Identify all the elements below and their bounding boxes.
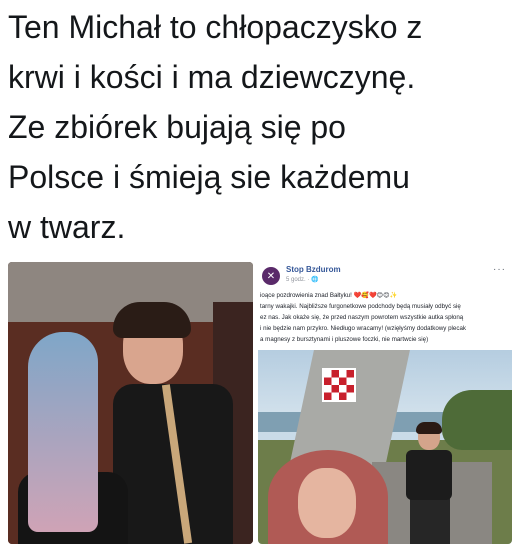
person-girl-blue-hair bbox=[18, 322, 128, 544]
tweet-line: Ze zbiórek bujają się po bbox=[8, 109, 346, 145]
tweet-line: Ten Michał to chłopaczysko z bbox=[8, 9, 423, 45]
post-text-line: i nie będzie nam przykro. Niedługo wraca… bbox=[260, 325, 466, 332]
post-text: ioące pozdrowienia znad Bałtyku! ❤️🥰❤️😊😊… bbox=[260, 290, 508, 345]
tweet-line: Polsce i śmieją sie każdemu bbox=[8, 159, 410, 195]
page-name[interactable]: Stop Bzdurom bbox=[286, 265, 341, 274]
tweet-line: krwi i kości i ma dziewczynę. bbox=[8, 59, 416, 95]
person-girl-pink-hair bbox=[268, 450, 388, 544]
person-boy bbox=[398, 422, 458, 544]
page-avatar[interactable]: ✕ bbox=[262, 267, 280, 285]
post-photo[interactable] bbox=[258, 350, 512, 544]
more-options-icon[interactable]: ··· bbox=[493, 264, 506, 275]
facebook-post-screenshot[interactable]: ✕ Stop Bzdurom 5 godz. · 🌐 ··· ioące poz… bbox=[258, 262, 512, 544]
post-text-line: a magnesy z bursztynami i pluszowe foczk… bbox=[260, 336, 429, 343]
post-text-line: ez nas. Jak okaże się, że przed naszym p… bbox=[260, 314, 464, 321]
tweet-line: w twarz. bbox=[8, 209, 126, 245]
post-timestamp: 5 godz. · 🌐 bbox=[286, 277, 319, 283]
post-header: ✕ Stop Bzdurom 5 godz. · 🌐 ··· bbox=[258, 262, 512, 288]
post-text-line: tarny wakajki. Najbliższe furgonetkowe p… bbox=[260, 303, 461, 310]
polish-checkerboard-emblem bbox=[322, 368, 356, 402]
tweet-text: Ten Michał to chłopaczysko z krwi i kośc… bbox=[8, 2, 514, 252]
post-text-line: ioące pozdrowienia znad Bałtyku! ❤️🥰❤️😊😊… bbox=[260, 292, 398, 299]
couple-photo[interactable] bbox=[8, 262, 253, 544]
